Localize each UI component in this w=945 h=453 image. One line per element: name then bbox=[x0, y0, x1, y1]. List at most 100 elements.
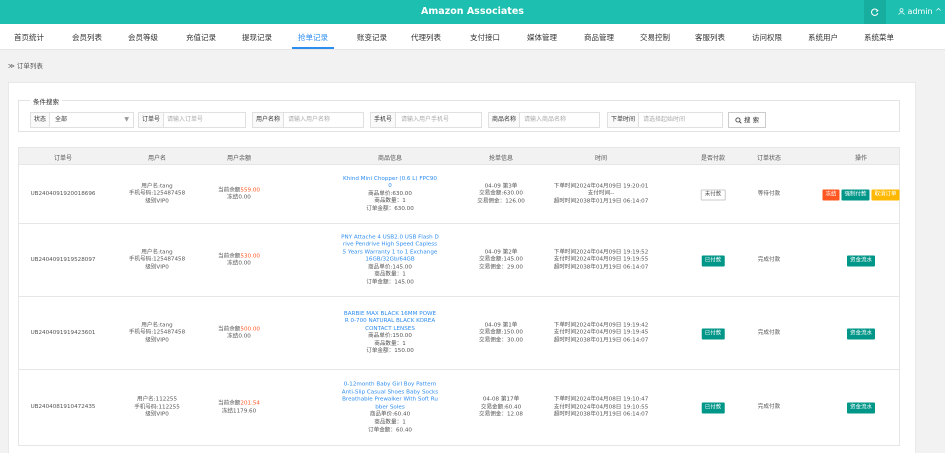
user-balance: 当前余额201.54 冻结1179.60 bbox=[218, 400, 260, 415]
search-button[interactable]: 搜 索 bbox=[728, 112, 766, 128]
user-balance: 当前余额530.00 冻结0.00 bbox=[218, 253, 260, 268]
search-button-label: 搜 索 bbox=[744, 116, 760, 124]
status-label: 状态 bbox=[31, 113, 51, 127]
nav-item[interactable]: 交易控制 bbox=[640, 32, 670, 43]
cancel-order-button[interactable]: 取消订单 bbox=[871, 189, 900, 200]
product-title-link[interactable]: CONTACT LENSES bbox=[344, 326, 436, 334]
frozen-balance: 冻结0.00 bbox=[227, 260, 251, 267]
nav-item[interactable]: 支付接口 bbox=[470, 32, 500, 43]
payment-status-badge: 已付款 bbox=[701, 328, 725, 339]
username-field[interactable]: 用户名称 请输入用户名称 bbox=[252, 112, 364, 128]
nav-item[interactable]: 客服列表 bbox=[695, 32, 725, 43]
force-pay-button[interactable]: 强制付款 bbox=[841, 189, 870, 200]
nav-item[interactable]: 商品管理 bbox=[584, 32, 614, 43]
order-status: 完成付款 bbox=[757, 404, 781, 411]
nav-item[interactable]: 访问权限 bbox=[752, 32, 782, 43]
product-detail-line: 商品单价:60.40 bbox=[369, 411, 411, 418]
product-title-link[interactable]: PNY Attache 4 USB2.0 USB Flash D bbox=[341, 234, 439, 242]
grab-info: 04-08 第17单 交易金额:60.40 交易佣金：12.08 bbox=[479, 397, 523, 420]
user-info: 用户名:112255 手机号码:112255 级别VIP0 bbox=[134, 397, 180, 420]
column-header: 是否付款 bbox=[700, 155, 726, 162]
product-title-link[interactable]: R 0-700 NATURAL BLACK KOREA bbox=[344, 318, 436, 326]
product-title-link[interactable]: BARBIE MAX BLACK 16MM POWE bbox=[344, 311, 436, 319]
frozen-balance: 冻结0.00 bbox=[227, 333, 251, 340]
product-title-link[interactable]: Breathable Prewalker With Soft Ru bbox=[342, 397, 438, 405]
table-row: UB2404091919423601 用户名:tang 手机号码:125487458… bbox=[18, 297, 900, 370]
balance-prefix: 当前余额 bbox=[218, 252, 241, 259]
breadcrumb-label: 订单列表 bbox=[16, 62, 43, 70]
product-title-link[interactable]: 0-12month Baby Girl Boy Pattern bbox=[342, 381, 438, 389]
username-input[interactable]: 请输入用户名称 bbox=[288, 113, 330, 127]
payment-status: 已付款 bbox=[701, 402, 726, 414]
product-name-field[interactable]: 商品名称 请输入商品名称 bbox=[488, 112, 600, 128]
payment-status: 已付款 bbox=[701, 255, 726, 266]
payment-status-badge: 已付款 bbox=[701, 402, 725, 414]
product-detail-line: 商品数量：1 bbox=[374, 419, 406, 426]
user-balance: 当前余额500.00 冻结0.00 bbox=[218, 326, 260, 341]
user-info-line: 级别VIP0 bbox=[145, 411, 169, 418]
nav-item[interactable]: 抢单记录 bbox=[298, 32, 328, 43]
user-info-line: 级别VIP0 bbox=[145, 198, 169, 205]
user-menu[interactable]: admin ^ bbox=[898, 7, 942, 16]
order-time-field[interactable]: 下单时间 请选择起始时间 bbox=[607, 112, 723, 128]
phone-label: 手机号 bbox=[371, 113, 397, 127]
frozen-balance: 冻结0.00 bbox=[227, 194, 251, 201]
status-select[interactable]: 状态 全部 ▼ bbox=[30, 112, 134, 128]
user-info-line: 用户名:112255 bbox=[136, 396, 178, 403]
nav-item[interactable]: 系统菜单 bbox=[864, 32, 894, 43]
order-number: UB2404091919423601 bbox=[30, 329, 96, 336]
user-info-line: 用户名:tang bbox=[141, 322, 173, 329]
nav-item[interactable]: 提现记录 bbox=[242, 32, 272, 43]
grab-info-line: 交易佣金：126.00 bbox=[477, 198, 525, 205]
nav-item[interactable]: 会员等级 bbox=[128, 32, 158, 43]
product-title-link[interactable]: 5 Years Warranty 1 to 1 Exchange bbox=[341, 249, 439, 257]
time-info: 下单时间2024年04月09日 19:19:42 支付时间2024年04月09日 … bbox=[554, 322, 649, 345]
refresh-icon[interactable] bbox=[864, 0, 886, 24]
product-info: PNY Attache 4 USB2.0 USB Flash Drive Pen… bbox=[341, 234, 439, 287]
column-header: 操作 bbox=[854, 155, 868, 162]
user-info: 用户名:tang 手机号码:125487458 级别VIP0 bbox=[129, 183, 185, 206]
order-no-label: 订单号 bbox=[139, 113, 165, 127]
order-time-input[interactable]: 请选择起始时间 bbox=[643, 113, 685, 127]
frozen-balance: 冻结1179.60 bbox=[221, 408, 257, 414]
balance-value: 530.00 bbox=[240, 252, 260, 259]
product-detail-line: 商品单价:145.00 bbox=[368, 264, 412, 271]
nav-item[interactable]: 媒体管理 bbox=[527, 32, 557, 43]
product-detail-line: 商品数量：1 bbox=[374, 271, 406, 278]
nav-item[interactable]: 账变记录 bbox=[357, 32, 387, 43]
user-info: 用户名:tang 手机号码:125487458 级别VIP0 bbox=[129, 322, 185, 345]
phone-field[interactable]: 手机号 请输入用户手机号 bbox=[370, 112, 482, 128]
balance-prefix: 当前余额 bbox=[218, 400, 241, 407]
time-line: 下单时间2024年04月09日 19:19:52 bbox=[553, 249, 649, 256]
nav-item[interactable]: 代理列表 bbox=[411, 32, 441, 43]
user-icon bbox=[898, 7, 908, 16]
grab-info-line: 04-09 第3单 bbox=[484, 183, 518, 190]
freeze-button[interactable]: 冻结 bbox=[822, 189, 840, 200]
phone-input[interactable]: 请输入用户手机号 bbox=[401, 113, 449, 127]
order-status: 等待付款 bbox=[757, 190, 781, 197]
payment-status-badge: 未付款 bbox=[700, 189, 726, 200]
order-time-label: 下单时间 bbox=[608, 113, 640, 127]
product-title-link[interactable]: Anti-Slip Casual Shoes Baby Socks bbox=[342, 389, 438, 397]
row-actions: 资金流水 bbox=[846, 255, 876, 266]
row-actions: 资金流水 bbox=[846, 402, 876, 414]
product-title-link[interactable]: Khind Mini Chopper (0.6 L) FPC90 bbox=[343, 176, 437, 184]
payment-status: 未付款 bbox=[700, 189, 727, 200]
product-name-input[interactable]: 请输入商品名称 bbox=[524, 113, 566, 127]
username-label: 用户名称 bbox=[253, 113, 285, 127]
fund-flow-button[interactable]: 资金流水 bbox=[846, 255, 876, 266]
product-title-link[interactable]: rive Pendrive High Speed Capless bbox=[341, 242, 439, 250]
fund-flow-button[interactable]: 资金流水 bbox=[846, 328, 876, 339]
column-header: 用户余额 bbox=[226, 155, 252, 162]
nav-item[interactable]: 系统用户 bbox=[808, 32, 838, 43]
product-detail-line: 订单金额：60.40 bbox=[368, 426, 412, 433]
nav-item[interactable]: 会员列表 bbox=[72, 32, 102, 43]
column-header: 时间 bbox=[594, 155, 608, 162]
nav-item[interactable]: 首页统计 bbox=[14, 32, 44, 43]
nav-item[interactable]: 充值记录 bbox=[186, 32, 216, 43]
product-info: BARBIE MAX BLACK 16MM POWE R 0-700 NATURA… bbox=[344, 311, 436, 357]
order-no-field[interactable]: 订单号 请输入订单号 bbox=[138, 112, 246, 128]
grab-info: 04-09 第3单 交易金额:630.00 交易佣金：126.00 bbox=[477, 183, 525, 206]
fund-flow-button[interactable]: 资金流水 bbox=[846, 402, 876, 414]
order-no-input[interactable]: 请输入订单号 bbox=[167, 113, 203, 127]
